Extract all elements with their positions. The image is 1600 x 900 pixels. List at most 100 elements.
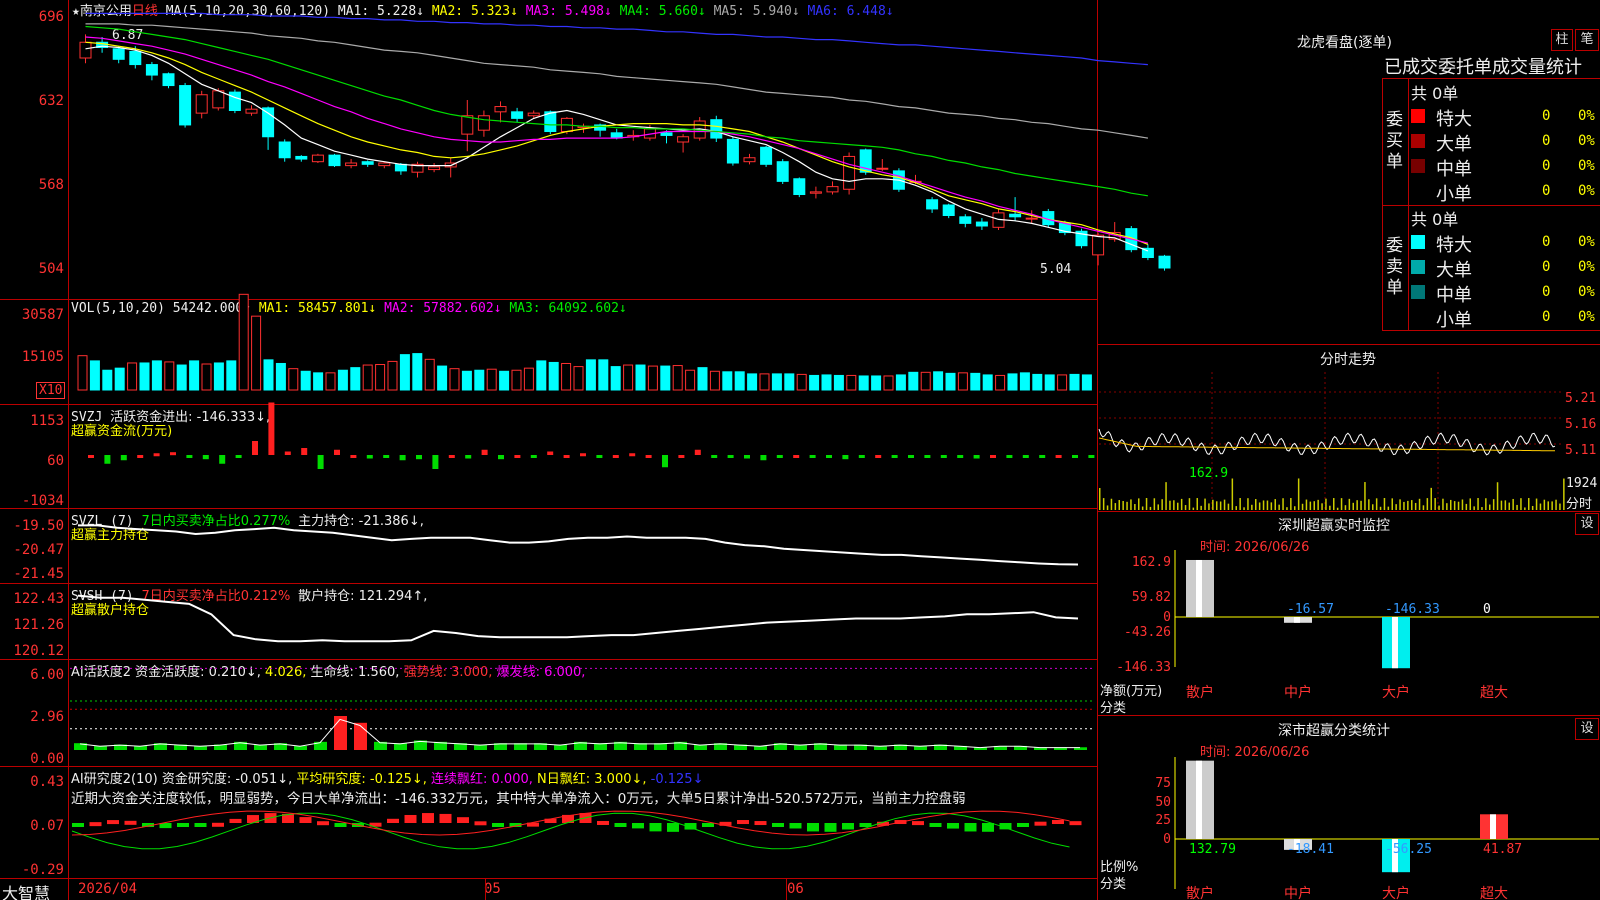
order-percent: 0% — [1578, 133, 1595, 149]
volume-bar — [139, 362, 150, 391]
tick-mode-button[interactable]: 笔 — [1575, 29, 1599, 51]
intraday-vol-bar — [1290, 498, 1292, 510]
volume-bar — [697, 367, 708, 391]
ai-activity-chart[interactable] — [0, 659, 1100, 766]
intraday-vol-bar — [1336, 507, 1339, 510]
intraday-vol-bar — [1255, 499, 1257, 510]
intraday-vol-bar — [1329, 505, 1331, 510]
intraday-vol-bar — [1251, 504, 1253, 510]
order-size-name: 大单 — [1436, 260, 1472, 281]
intraday-vol-bar — [1141, 506, 1144, 510]
intraday-vol-bar — [1102, 498, 1105, 510]
intraday-vol-bar — [1309, 501, 1312, 510]
research-bar — [1069, 821, 1082, 826]
volume-chart[interactable] — [0, 293, 1100, 404]
kline-chart[interactable] — [0, 0, 1171, 300]
intraday-vol-bar — [1130, 499, 1132, 510]
sz-monitor-settings-button[interactable]: 设 — [1575, 513, 1599, 535]
flow-bar — [350, 455, 357, 458]
ai-research-chart[interactable] — [0, 766, 1100, 878]
sz-monitor-chart[interactable]: 162.959.820-43.26-146.33162.9散户-16.57中户-… — [1099, 466, 1599, 715]
research-bar — [124, 820, 137, 825]
flow-bar — [711, 455, 718, 458]
volume-bar — [672, 365, 683, 391]
intraday-vol-bar — [1465, 503, 1468, 510]
svzl-chart[interactable] — [0, 508, 1100, 583]
order-size-swatch — [1411, 235, 1425, 249]
intraday-vol-bar — [1516, 504, 1518, 510]
y-tick: -43.26 — [1124, 625, 1171, 640]
volume-bar — [313, 372, 324, 391]
volume-bar — [784, 373, 795, 391]
research-bar — [842, 823, 854, 830]
flow-bar — [235, 455, 242, 458]
intraday-vol-bar — [1411, 500, 1413, 510]
intraday-vol-bar — [1305, 499, 1308, 510]
intraday-vol-bar — [1364, 482, 1366, 510]
volume-bar — [1044, 374, 1055, 391]
bar-highlight — [1392, 617, 1398, 669]
intraday-vol-bar — [1543, 499, 1546, 510]
flow-bar — [826, 455, 832, 458]
order-size-name: 小单 — [1436, 310, 1472, 331]
candle-up — [1092, 234, 1105, 256]
volume-bar — [709, 370, 720, 391]
y-tick: 25 — [1155, 813, 1171, 828]
flow-bar — [694, 449, 701, 455]
flow-bar — [973, 455, 980, 459]
intraday-vol-bar — [1313, 501, 1315, 510]
intraday-vol-bar — [1325, 498, 1327, 510]
candle-down — [278, 141, 291, 159]
flow-bar — [219, 455, 226, 464]
volume-bar — [1081, 374, 1092, 391]
volume-bar — [1019, 372, 1030, 391]
flow-bar — [252, 441, 258, 455]
volume-bar — [474, 369, 485, 391]
candle-up — [345, 162, 358, 167]
svzj-chart[interactable] — [0, 402, 1100, 508]
bar-mode-button[interactable]: 柱 — [1551, 29, 1573, 51]
intraday-vol-bar — [1520, 498, 1522, 510]
order-count: 0 — [1542, 259, 1551, 275]
sz-class-chart[interactable]: 75 50 25 0 132.79 散户 -18.41 中户 -56.25 大户 41.87 超大 — [1099, 757, 1599, 900]
candle-up — [809, 191, 822, 194]
candle-down — [975, 221, 988, 227]
flow-bar — [268, 402, 275, 455]
intraday-vol-bar — [1204, 498, 1206, 510]
intraday-vol-bar — [1223, 499, 1226, 510]
sz-class-settings-button[interactable]: 设 — [1575, 718, 1599, 740]
intraday-vol-bar — [1453, 501, 1456, 510]
intraday-vol-bar — [1524, 507, 1526, 510]
volume-bar — [561, 362, 572, 391]
volume-bar — [77, 355, 88, 391]
intraday-vol-bar — [1157, 504, 1159, 510]
intraday-vol-bar — [1457, 501, 1460, 510]
category-label: 大户 — [1382, 684, 1410, 701]
order-total: 共 0单 — [1411, 84, 1459, 103]
order-percent: 0% — [1578, 284, 1595, 300]
volume-bar — [89, 360, 100, 391]
volume-bar — [536, 360, 547, 391]
volume-bar — [151, 360, 162, 391]
intraday-vol-unit: 分时 — [1566, 497, 1593, 512]
research-bar — [457, 817, 469, 823]
flow-bar — [104, 455, 111, 464]
retail-holding-line — [77, 594, 1079, 643]
intraday-vol-bar — [1286, 507, 1288, 510]
candle-up — [826, 186, 839, 193]
ma6-line — [85, 12, 1148, 66]
y-tick: 50 — [1155, 795, 1171, 810]
order-size-swatch — [1411, 109, 1425, 123]
intraday-chart[interactable] — [1098, 372, 1565, 510]
bar-highlight — [1490, 814, 1496, 839]
intraday-vol-bar — [1184, 505, 1187, 510]
order-size-name: 特大 — [1436, 109, 1472, 130]
flow-bar — [399, 455, 406, 461]
flow-bar — [301, 448, 308, 455]
candle-up — [212, 90, 225, 109]
order-count: 0 — [1542, 158, 1551, 174]
order-percent: 0% — [1578, 234, 1595, 250]
svsh-chart[interactable] — [0, 583, 1100, 659]
category-label: 中户 — [1284, 684, 1312, 701]
volume-bar — [883, 375, 894, 391]
